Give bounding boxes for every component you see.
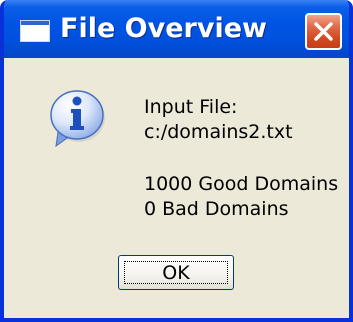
input-file-path: c:/domains2.txt: [144, 121, 293, 143]
window-title: File Overview: [60, 13, 267, 44]
file-overview-dialog: File Overview Input File: c:/domains2.tx…: [0, 0, 353, 322]
bad-domains-count: 0 Bad Domains: [144, 198, 289, 220]
ok-button[interactable]: OK: [118, 255, 234, 290]
close-icon: [314, 22, 333, 41]
input-file-label: Input File:: [144, 96, 238, 118]
close-button[interactable]: [305, 13, 342, 50]
window-app-icon: [20, 20, 50, 42]
information-icon: [50, 90, 105, 148]
title-bar[interactable]: File Overview: [4, 0, 349, 58]
ok-button-label: OK: [162, 261, 190, 284]
good-domains-count: 1000 Good Domains: [144, 173, 339, 195]
